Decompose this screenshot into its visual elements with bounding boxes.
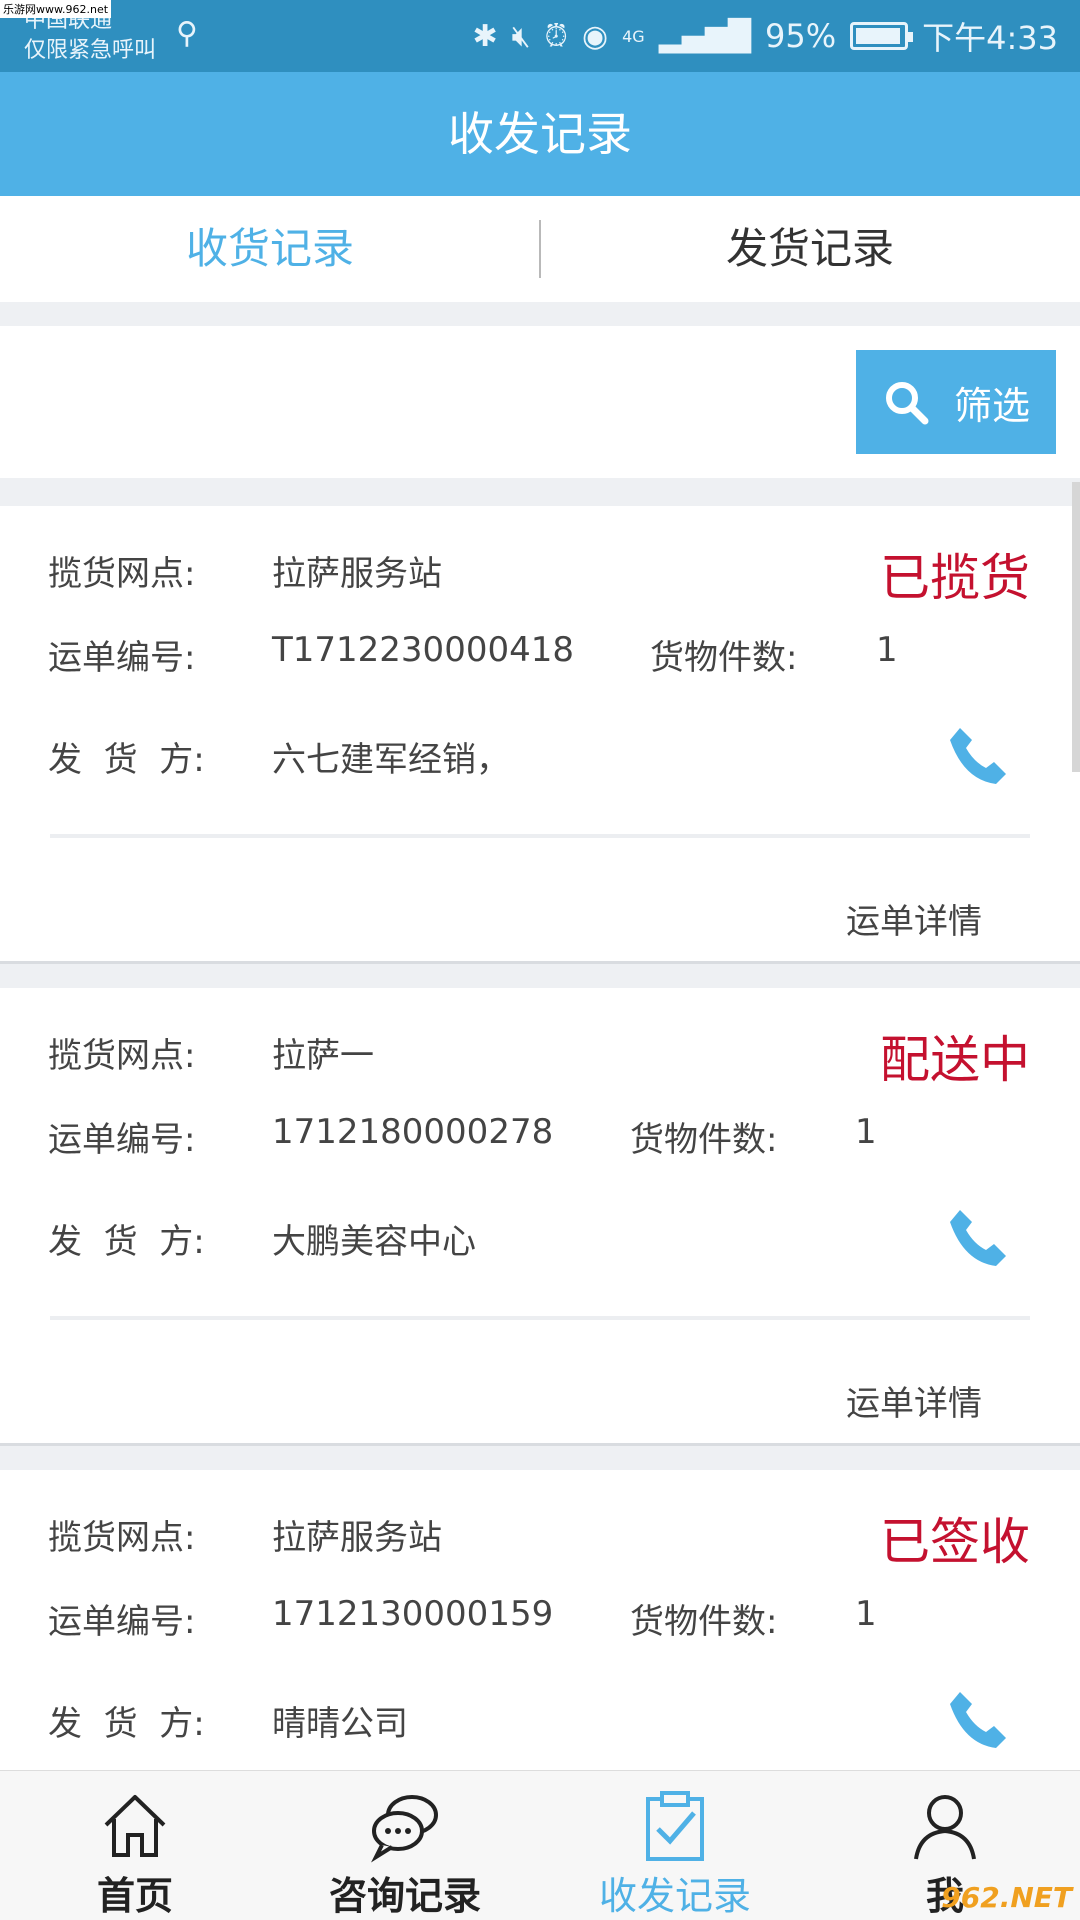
- waybill-label: 运单编号:: [48, 1602, 196, 1642]
- page-title: 收发记录: [0, 72, 1080, 196]
- filter-row: 筛选: [0, 326, 1080, 478]
- status-icons: ✱ 🔇︎ ⏰︎ ◉ 4G ▂▄▆█ 95% 下午4:33: [472, 12, 1058, 60]
- battery-percent: 95%: [765, 17, 837, 55]
- waybill-label: 运单编号:: [48, 638, 196, 678]
- alarm-icon: ⏰︎: [544, 18, 568, 54]
- pickup-point-label: 揽货网点:: [48, 1518, 196, 1558]
- divider-band: [0, 302, 1080, 326]
- filter-label: 筛选: [953, 383, 1030, 428]
- record-status: 已揽货: [880, 549, 1030, 607]
- record-card: 揽货网点: 拉萨服务站 已签收 运单编号: 1712130000159 货物件数…: [0, 1470, 1080, 1770]
- divider-band: [0, 964, 1080, 988]
- waybill-value: T1712230000418: [272, 630, 574, 670]
- home-icon: [104, 1795, 166, 1857]
- pickup-point-value: 拉萨一: [272, 1036, 374, 1076]
- bluetooth-icon: ✱: [472, 18, 498, 54]
- mute-icon: 🔇︎: [511, 18, 531, 54]
- tab-bar: 收货记录 发货记录: [0, 196, 1080, 302]
- tab-received[interactable]: 收货记录: [0, 196, 540, 302]
- record-status: 已签收: [880, 1513, 1030, 1571]
- shipper-label: 发 货 方:: [48, 1704, 205, 1744]
- record-status: 配送中: [880, 1031, 1030, 1089]
- usb-icon: ⚲: [176, 16, 198, 51]
- pickup-point-label: 揽货网点:: [48, 554, 196, 594]
- nav-records[interactable]: 收发记录: [540, 1771, 810, 1920]
- filter-button[interactable]: 筛选: [856, 350, 1056, 454]
- pieces-label: 货物件数:: [650, 638, 798, 678]
- card-separator: [50, 1316, 1030, 1320]
- shipper-value: 大鹏美容中心: [272, 1222, 476, 1262]
- phone-icon[interactable]: [946, 1686, 1010, 1750]
- watermark-bottom: 962.NET: [941, 1881, 1072, 1914]
- divider-band: [0, 1446, 1080, 1470]
- pickup-point-value: 拉萨服务站: [272, 554, 442, 594]
- shipper-value: 六七建军经销，: [272, 740, 510, 780]
- scrollbar[interactable]: [1072, 482, 1080, 772]
- nav-consult[interactable]: 咨询记录: [270, 1771, 540, 1920]
- pickup-point-value: 拉萨服务站: [272, 1518, 442, 1558]
- record-card: 揽货网点: 拉萨服务站 已揽货 运单编号: T1712230000418 货物件…: [0, 506, 1080, 964]
- watermark-top: 乐游网www.962.net: [0, 0, 112, 18]
- nav-home[interactable]: 首页: [0, 1771, 270, 1920]
- nav-home-label: 首页: [96, 1874, 173, 1918]
- pieces-label: 货物件数:: [630, 1602, 778, 1642]
- waybill-value: 1712180000278: [272, 1112, 554, 1152]
- chat-icon: [371, 1795, 438, 1863]
- pickup-point-label: 揽货网点:: [48, 1036, 196, 1076]
- eye-icon: ◉: [581, 18, 609, 54]
- card-separator: [50, 834, 1030, 838]
- tab-sent[interactable]: 发货记录: [540, 196, 1080, 302]
- phone-icon[interactable]: [946, 722, 1010, 786]
- pieces-value: 1: [855, 1112, 877, 1152]
- emergency-only-text: 仅限紧急呼叫: [24, 38, 157, 63]
- user-icon: [914, 1795, 976, 1860]
- waybill-detail-link[interactable]: 运单详情: [846, 1376, 982, 1425]
- pieces-value: 1: [855, 1594, 877, 1634]
- pieces-label: 货物件数:: [630, 1120, 778, 1160]
- shipper-label: 发 货 方:: [48, 740, 205, 780]
- network-type: 4G: [622, 26, 645, 46]
- phone-icon[interactable]: [946, 1204, 1010, 1268]
- battery-icon: [850, 22, 914, 50]
- signal-icon: ▂▄▆█: [658, 18, 751, 54]
- search-icon: [885, 382, 929, 425]
- bottom-nav: 首页 咨询记录 收发记录 我 962.NET: [0, 1770, 1080, 1920]
- clipboard-check-icon: [646, 1791, 704, 1861]
- clock: 下午4:33: [922, 19, 1058, 57]
- nav-records-label: 收发记录: [598, 1874, 751, 1918]
- waybill-detail-link[interactable]: 运单详情: [846, 894, 982, 943]
- waybill-value: 1712130000159: [272, 1594, 554, 1634]
- nav-consult-label: 咨询记录: [328, 1874, 481, 1918]
- waybill-label: 运单编号:: [48, 1120, 196, 1160]
- record-card: 揽货网点: 拉萨一 配送中 运单编号: 1712180000278 货物件数: …: [0, 988, 1080, 1446]
- pieces-value: 1: [876, 630, 898, 670]
- status-bar: 中国联通 仅限紧急呼叫 ⚲ ✱ 🔇︎ ⏰︎ ◉ 4G ▂▄▆█ 95% 下午4:…: [0, 0, 1080, 72]
- shipper-value: 晴晴公司: [272, 1704, 408, 1744]
- shipper-label: 发 货 方:: [48, 1222, 205, 1262]
- tab-divider: [539, 220, 541, 278]
- divider-band: [0, 478, 1080, 506]
